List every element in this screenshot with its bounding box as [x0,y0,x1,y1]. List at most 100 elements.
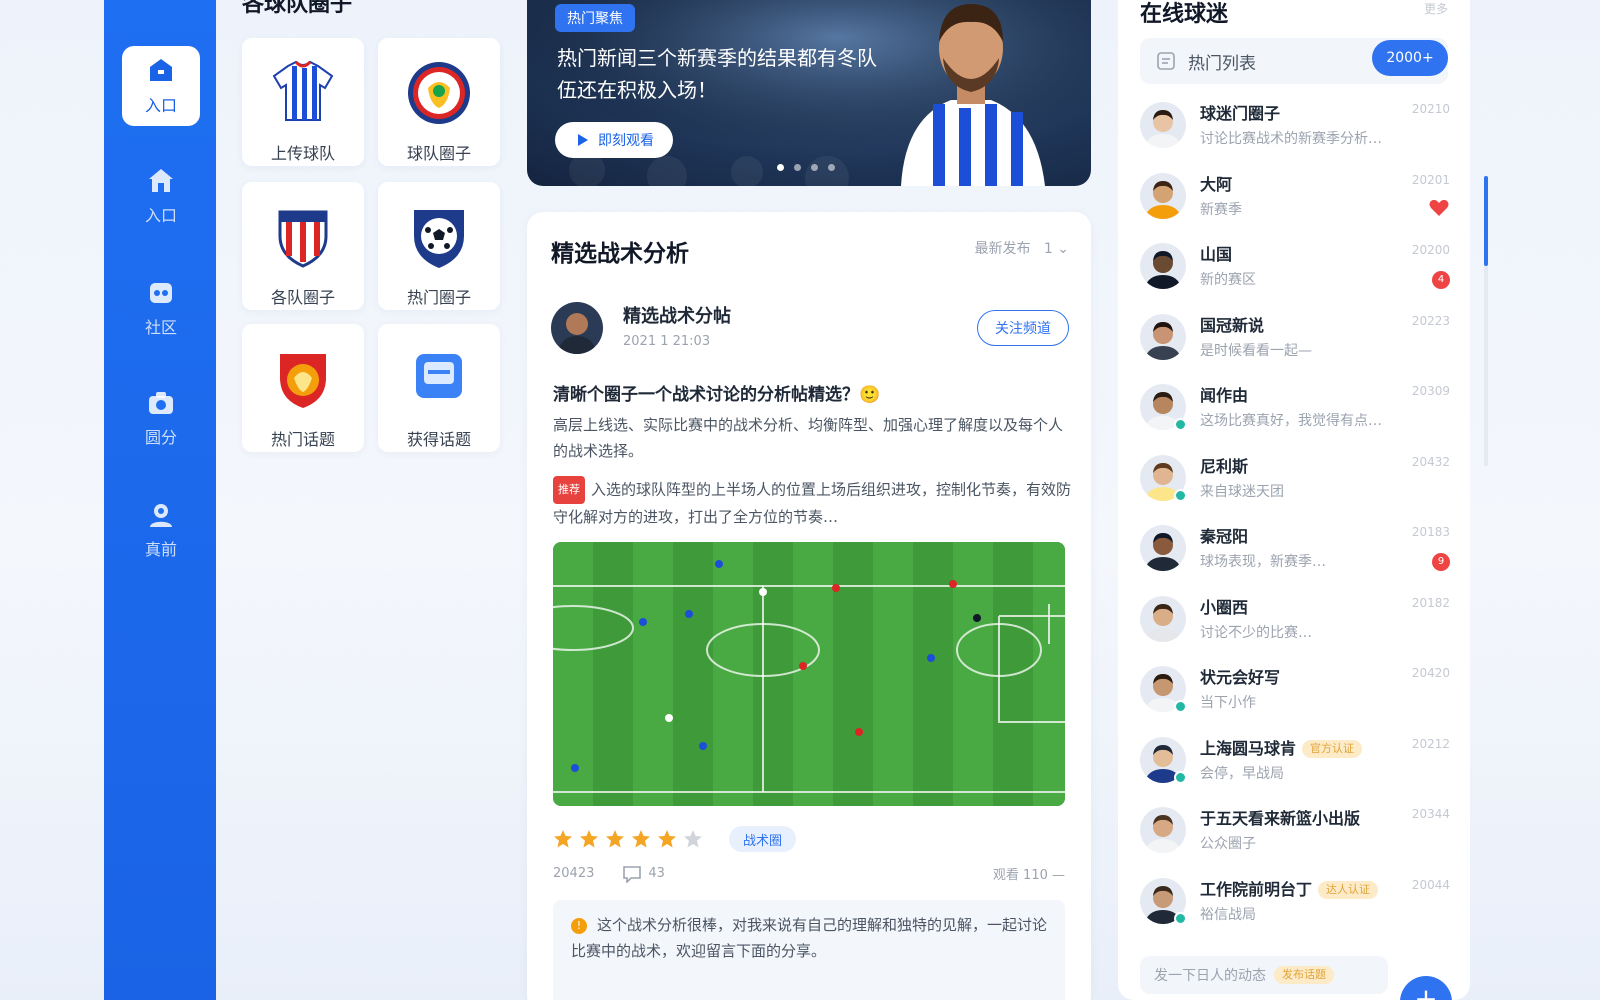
sidebar-item-entry[interactable]: 入口 [122,46,200,126]
user-icon [150,504,172,527]
circle-card-hot-topics[interactable]: 热门话题 [242,324,364,452]
fan-name-text: 状元会好写 [1200,668,1281,687]
fan-time: 20212 [1411,736,1450,751]
sort-dropdown[interactable]: 最新发布 1 ⌄ [975,238,1069,258]
avatar[interactable] [1140,313,1186,360]
camera-icon [149,392,173,414]
feed-title: 精选战术分析 [551,241,689,267]
fan-name-text: 尼利斯 [1200,456,1249,476]
carousel-dot[interactable] [794,164,801,171]
fan-time: 20223 [1411,313,1450,328]
fan-name: 小圈西 [1200,594,1248,618]
sidebar: 入口 入口 社区 圆分 真前 [104,0,216,1000]
list-icon [1157,52,1175,70]
fan-message: 讨论比赛战术的新赛季分析… [1200,131,1382,147]
fan-list-item[interactable]: 山国 新的赛区 20200 4 [1140,239,1450,299]
carousel-dot[interactable] [777,164,784,171]
fan-message: 这场比赛真好，我觉得有点… [1200,413,1382,429]
topic-tag[interactable]: 发布话题 [1274,966,1334,984]
watch-now-label: 即刻观看 [598,133,654,149]
quote-text: 入选的球队阵型的上半场人的位置上场后组织进攻，控制化节奏，有效防守化解对方的进攻… [553,480,1072,527]
fan-list-item[interactable]: 尼利斯 来自球迷天团 20432 [1140,451,1450,511]
online-indicator [1174,770,1187,784]
fan-list-item[interactable]: 国冠新说 是时候看看一起— 20223 [1140,310,1450,370]
sidebar-item-home[interactable]: 入口 [122,156,200,236]
fan-list-item[interactable]: 状元会好写 当下小作 20420 [1140,662,1450,722]
match-photo[interactable] [553,542,1065,806]
fan-time: 20200 [1411,243,1450,257]
sidebar-item-profile[interactable]: 真前 [122,490,200,570]
fan-list-item[interactable]: 球迷门圈子 讨论比赛战术的新赛季分析… 20210 [1140,98,1450,158]
banner-headline: 热门新闻三个新赛季的结果都有冬队伍还在积极入场！ [557,46,877,102]
carousel-dots[interactable] [777,164,835,171]
hero-banner[interactable]: 热门聚焦 热门新闻三个新赛季的结果都有冬队伍还在积极入场！ 即刻观看 [527,0,1091,186]
carousel-dot[interactable] [811,164,818,171]
circle-card-all-teams[interactable]: 各队圈子 [242,182,364,310]
avatar[interactable] [1140,807,1186,853]
more-link[interactable]: 更多 [1424,0,1448,17]
circle-card-hot-circle[interactable]: 热门圈子 [378,182,500,310]
fan-time: 20182 [1411,595,1450,610]
fan-name: 大阿 [1200,171,1232,195]
scrollbar-thumb[interactable] [1484,176,1488,266]
fan-list-item[interactable]: 工作院前明台丁 达人认证 裕信战局 20044 [1140,874,1450,934]
avatar[interactable] [1140,243,1186,289]
star-icon [580,830,598,848]
fan-time: 20309 [1411,384,1450,398]
post-author[interactable]: 精选战术分帖 [623,302,731,328]
fan-message: 讨论不少的比赛… [1200,624,1312,641]
chevron-down-icon: ⌄ [1057,241,1069,257]
sidebar-item-community[interactable]: 社区 [122,268,200,348]
circle-card-label: 各队圈子 [270,288,335,307]
fan-message: 当下小作 [1200,695,1256,711]
circle-card-team-circle[interactable]: 球队圈子 [378,38,500,166]
fan-message: 新的赛区 [1200,272,1256,288]
fan-name: 尼利斯 [1200,453,1248,477]
fan-time: 20183 [1411,525,1450,539]
avatar[interactable] [551,302,603,354]
fan-list-item[interactable]: 上海圆马球肯 官方认证 会停，早战局 20212 [1140,733,1450,793]
fan-list-item[interactable]: 小圈西讨论不少的比赛… 20182 [1140,592,1450,652]
online-title: 在线球迷 [1140,2,1229,27]
post-tag[interactable]: 战术圈 [729,826,797,852]
banner-tag: 热门聚焦 [555,4,635,32]
avatar[interactable] [1140,525,1186,571]
note-text: 这个战术分析很棒，对我来说有自己的理解和独特的见解，一起讨论比赛中的战术，欢迎留… [571,916,1048,960]
avatar[interactable] [1140,102,1186,148]
hot-list-bar[interactable]: 热门列表 2000+ [1140,38,1448,84]
rating-stars[interactable]: 战术圈 [553,826,797,852]
fan-name: 工作院前明台丁 达人认证 [1200,876,1379,900]
fan-list-item[interactable]: 大阿 新赛季 20201 [1140,169,1450,229]
fan-name-text: 闻作由 [1200,386,1249,405]
fan-name: 山国 [1200,241,1232,265]
online-count-button[interactable]: 2000+ [1372,40,1448,76]
fan-name: 状元会好写 [1200,664,1280,688]
fan-time: 20044 [1411,877,1450,892]
like-button[interactable]: 43 [622,865,665,883]
play-icon [578,134,588,146]
circle-card-upload-team[interactable]: 上传球队 [242,38,364,166]
post-status-input[interactable]: 发一下日人的动态 发布话题 [1140,956,1388,994]
fan-time: 20432 [1411,454,1450,469]
fan-list-item[interactable]: 于五天看来新篮小出版 公众圈子 20344 [1140,803,1450,863]
avatar[interactable] [1140,172,1186,219]
fan-list-item[interactable]: 闻作由这场比赛真好，我觉得有点… 20309 [1140,380,1450,440]
circle-card-label: 上传球队 [270,144,335,163]
fan-list-item[interactable]: 秦冠阳 球场表现，新赛季… 20183 9 [1140,521,1450,581]
online-indicator [1174,911,1187,925]
club-badge-icon [408,62,470,124]
circle-card-label: 热门圈子 [406,288,471,307]
fan-name: 国冠新说 [1200,312,1264,336]
post-headline[interactable]: 清晰个圈子一个战术讨论的分析帖精选？🙂 [553,380,1073,405]
fan-message: 公众圈子 [1200,836,1256,852]
fan-name-text: 秦冠阳 [1200,527,1249,546]
carousel-dot[interactable] [828,164,835,171]
fan-time: 20210 [1411,102,1450,116]
watch-now-button[interactable]: 即刻观看 [555,122,673,158]
heart-icon[interactable] [1428,197,1450,219]
avatar[interactable] [1140,595,1186,642]
follow-button[interactable]: 关注频道 [977,310,1069,346]
chat-icon [416,354,462,398]
circle-card-earned-topics[interactable]: 获得话题 [378,324,500,452]
sidebar-item-score[interactable]: 圆分 [122,378,200,458]
